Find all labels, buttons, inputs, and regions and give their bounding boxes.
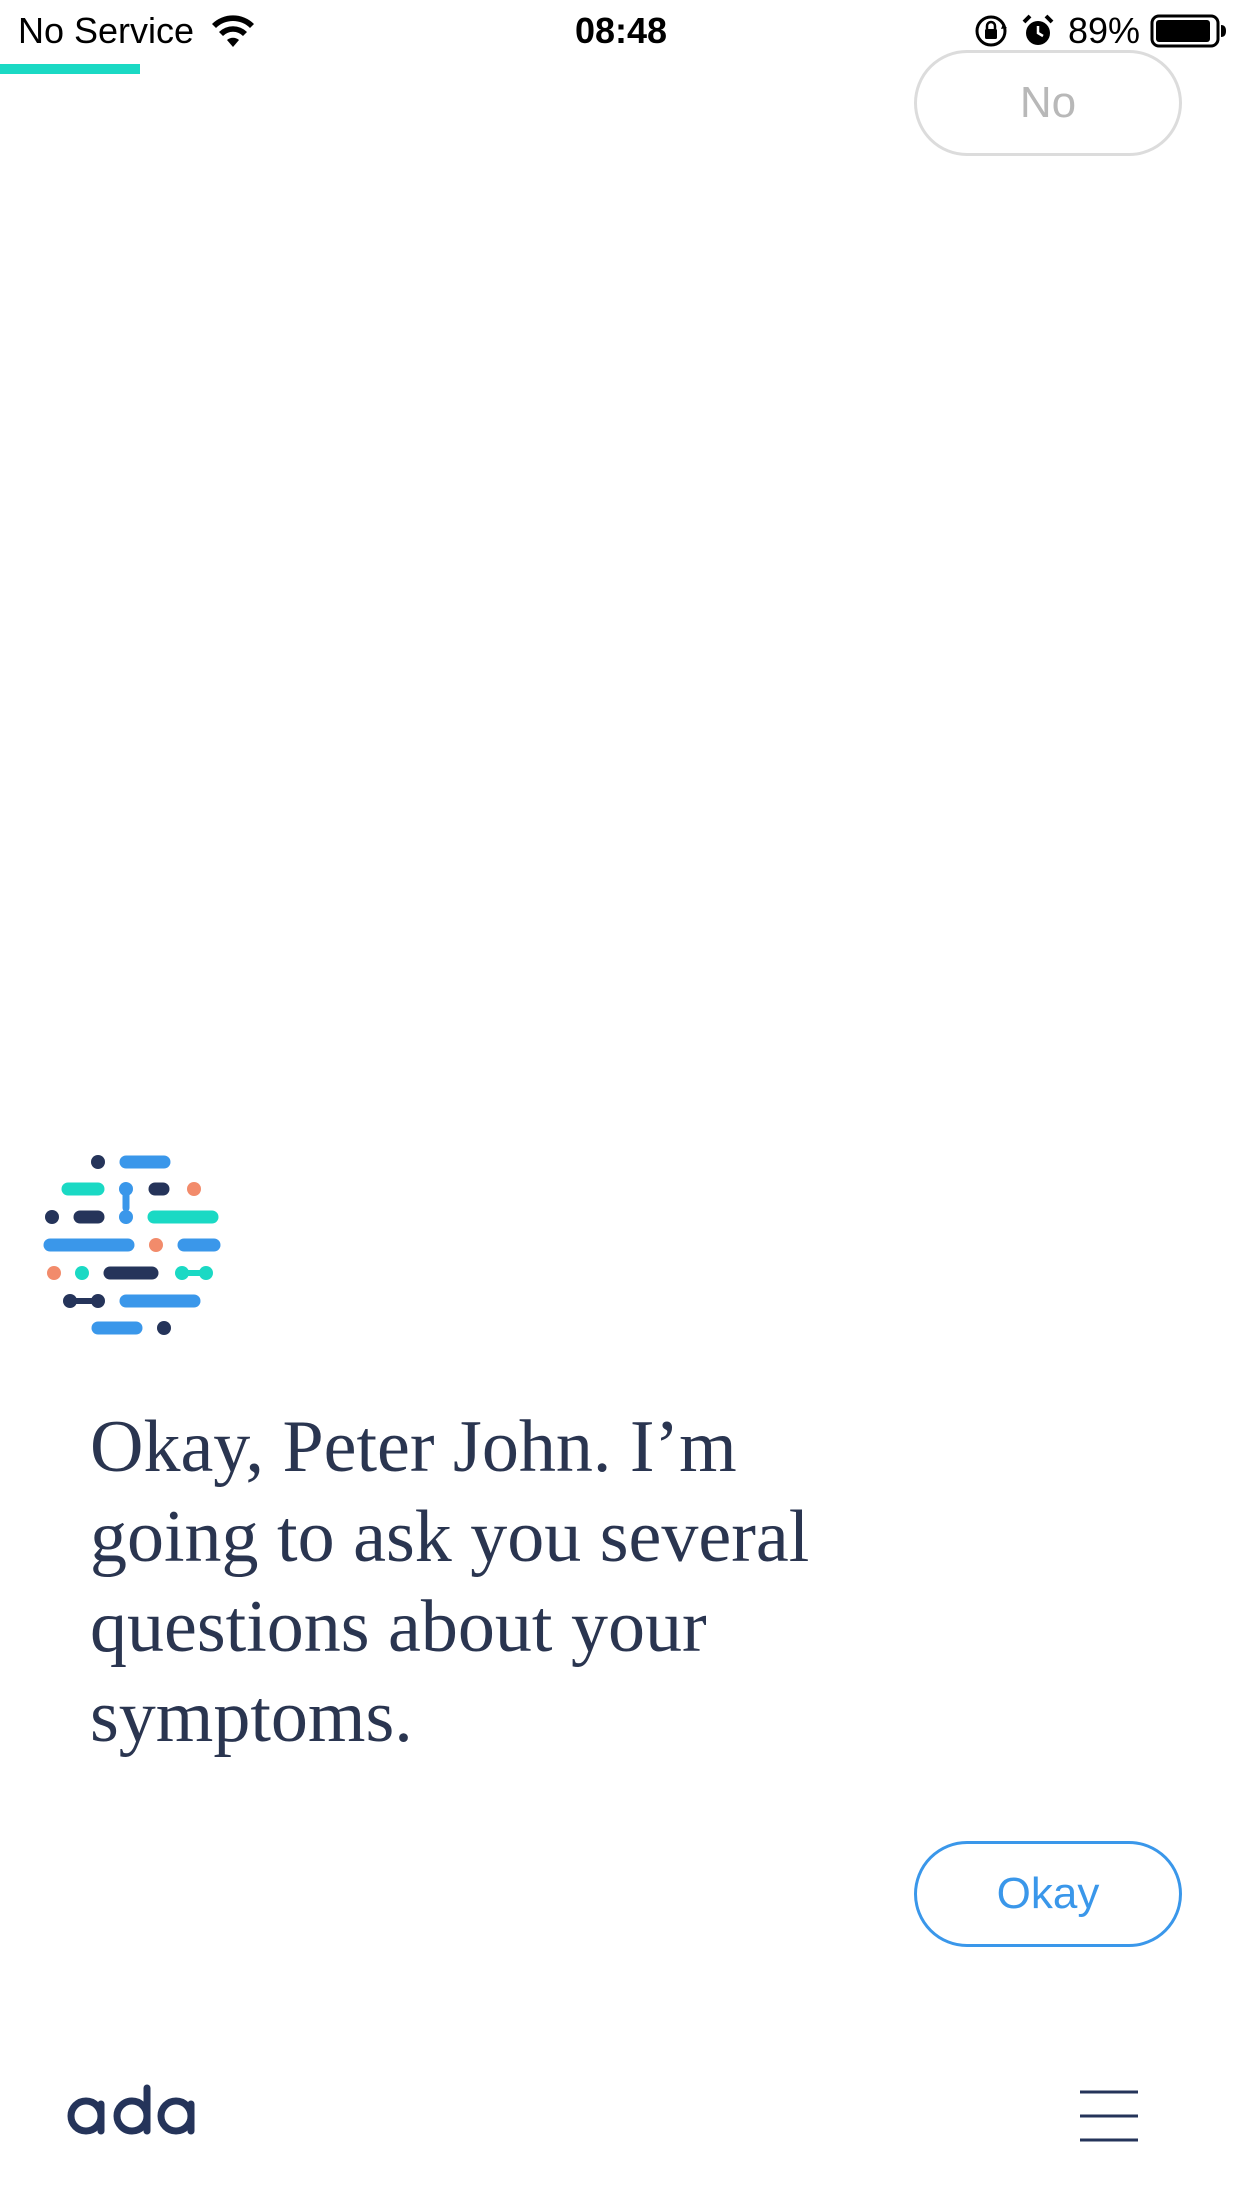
okay-button[interactable]: Okay: [914, 1841, 1182, 1947]
orientation-lock-icon: [975, 15, 1007, 47]
status-right: 89%: [974, 10, 1228, 52]
progress-fill: [0, 64, 141, 74]
battery-icon: [1150, 14, 1226, 48]
battery-percent: 89%: [1067, 10, 1140, 51]
no-button[interactable]: No: [914, 50, 1182, 156]
ada-avatar-icon: [43, 1155, 221, 1335]
screen: No Service 08:48 89% No Okay, Peter John…: [0, 0, 1242, 2208]
hamburger-menu-icon[interactable]: [1078, 2088, 1140, 2144]
assistant-message: Okay, Peter John. I’m going to ask you s…: [90, 1406, 810, 1758]
ada-logo: [67, 2084, 195, 2135]
alarm-icon: [1022, 14, 1054, 45]
